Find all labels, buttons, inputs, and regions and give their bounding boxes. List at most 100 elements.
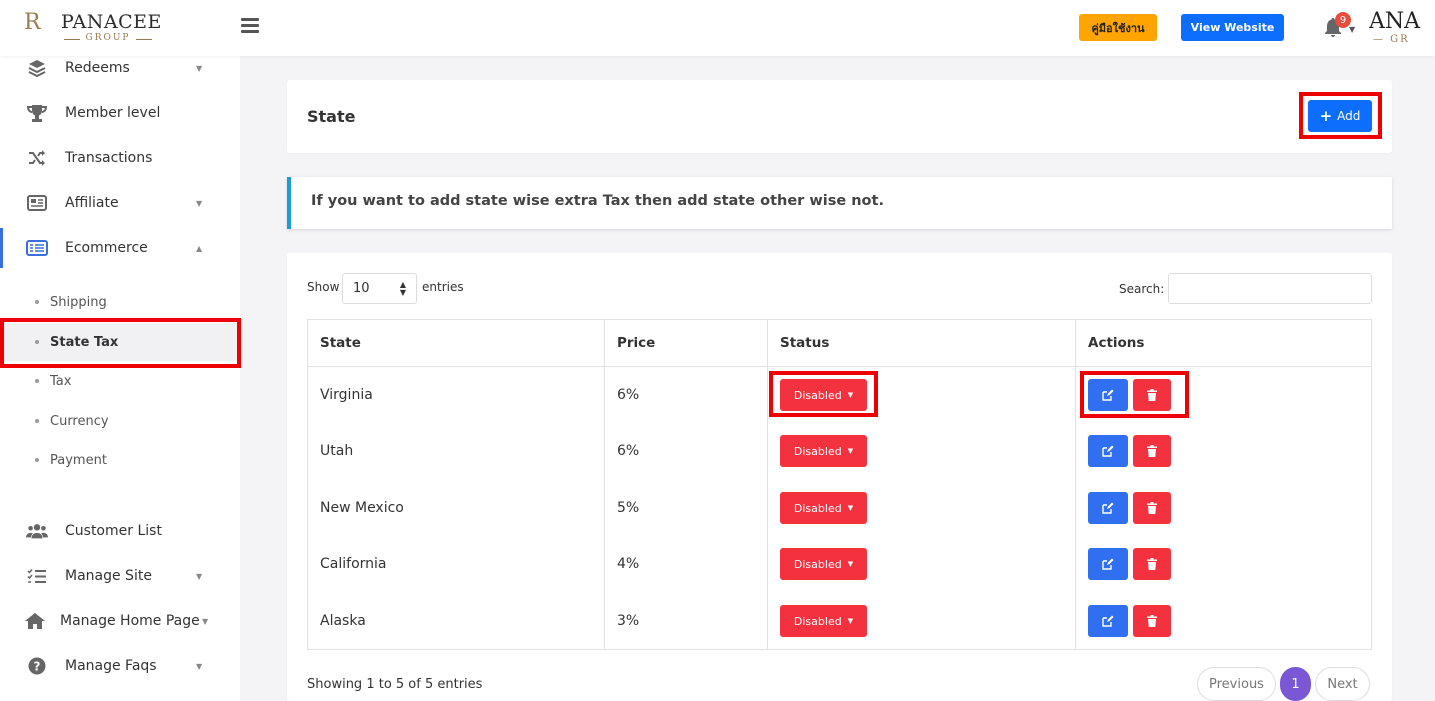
trash-icon: [1147, 615, 1157, 627]
status-label: Disabled: [793, 557, 842, 571]
trash-icon: [1147, 502, 1157, 514]
status-label: Disabled: [793, 614, 842, 628]
table-info-text: Showing 1 to 5 of 5 entries: [307, 677, 483, 692]
caret-down-icon: ▼: [847, 391, 854, 399]
sidebar-item-label: Manage Home Page: [60, 613, 200, 629]
sidebar-item-ecommerce[interactable]: Ecommerce ▲: [0, 228, 240, 268]
view-website-button[interactable]: View Website: [1181, 14, 1284, 41]
sidebar-subitem-payment[interactable]: Payment: [0, 441, 240, 479]
state-cell: Alaska: [320, 613, 366, 629]
sidebar-item-member-level[interactable]: Member level: [0, 93, 240, 133]
page-length-value: 10: [353, 281, 370, 296]
show-label: Show: [307, 280, 340, 294]
sidebar-item-affiliate[interactable]: Affiliate ▼: [0, 183, 240, 223]
shuffle-icon: [26, 147, 48, 169]
sidebar: Redeems ▼ Member level Transactions Affi…: [0, 56, 240, 701]
price-cell: 5%: [617, 500, 640, 516]
page-title: State: [307, 107, 356, 126]
trash-icon: [1147, 558, 1157, 570]
sidebar-subitem-label: Tax: [50, 373, 72, 389]
sidebar-item-transactions[interactable]: Transactions: [0, 138, 240, 178]
profile-logo[interactable]: ANA: [1369, 9, 1435, 34]
delete-button[interactable]: [1133, 605, 1171, 637]
state-cell: California: [320, 556, 387, 572]
trash-icon: [1147, 445, 1157, 457]
sidebar-subitem-shipping[interactable]: Shipping: [0, 283, 240, 321]
status-dropdown-button[interactable]: Disabled ▼: [780, 435, 867, 467]
users-icon: [26, 520, 48, 542]
panacee-logo[interactable]: R PANACEE GROUP: [24, 8, 161, 48]
svg-text:?: ?: [34, 660, 41, 674]
sort-updown-icon: ▲ ▼: [399, 280, 406, 297]
status-dropdown-button[interactable]: Disabled ▼: [780, 379, 867, 411]
status-dropdown-button[interactable]: Disabled ▼: [780, 548, 867, 580]
top-header: R PANACEE GROUP คู่มือใช้งาน View Websit…: [0, 0, 1435, 56]
chevron-down-icon: ▼: [1349, 25, 1356, 34]
delete-button[interactable]: [1133, 492, 1171, 524]
delete-button[interactable]: [1133, 435, 1171, 467]
info-notice: If you want to add state wise extra Tax …: [287, 177, 1392, 229]
sidebar-item-label: Member level: [65, 105, 161, 121]
plus-icon: +: [1319, 107, 1333, 125]
sidebar-subitem-label: State Tax: [50, 334, 119, 350]
price-cell: 6%: [617, 387, 640, 403]
chevron-down-icon: ▼: [196, 63, 203, 73]
price-cell: 6%: [617, 443, 640, 459]
status-label: Disabled: [793, 444, 842, 458]
sidebar-item-label: Ecommerce: [65, 240, 148, 256]
sidebar-subitem-currency[interactable]: Currency: [0, 402, 240, 440]
table-row: Virginia 6% Disabled ▼: [308, 367, 1371, 423]
table-row: Alaska 3% Disabled ▼: [308, 593, 1371, 649]
edit-button[interactable]: [1088, 605, 1128, 637]
caret-down-icon: ▼: [847, 560, 854, 568]
edit-button[interactable]: [1088, 379, 1128, 411]
delete-button[interactable]: [1133, 379, 1171, 411]
search-input[interactable]: [1168, 273, 1372, 304]
notification-bell[interactable]: 9 ▼: [1322, 12, 1355, 40]
sidebar-item-manage-faqs[interactable]: ? Manage Faqs ▼: [0, 646, 240, 686]
pagination-next-button[interactable]: Next: [1315, 667, 1370, 701]
sidebar-item-label: Transactions: [65, 150, 153, 166]
sidebar-item-label: Manage Site: [65, 568, 152, 584]
chevron-down-icon: ▼: [202, 616, 209, 626]
delete-button[interactable]: [1133, 548, 1171, 580]
table-row: California 4% Disabled ▼: [308, 536, 1371, 592]
edit-button[interactable]: [1088, 435, 1128, 467]
state-tax-table: State Price Status Actions Virginia 6% D…: [307, 319, 1372, 650]
page-length-select[interactable]: 10 ▲ ▼: [342, 273, 417, 304]
edit-button[interactable]: [1088, 548, 1128, 580]
home-icon: [24, 610, 46, 632]
sidebar-item-manage-site[interactable]: Manage Site ▼: [0, 556, 240, 596]
column-header-price[interactable]: Price: [605, 320, 768, 367]
edit-icon: [1102, 445, 1114, 457]
user-manual-button[interactable]: คู่มือใช้งาน: [1079, 14, 1157, 41]
chevron-down-icon: ▼: [196, 198, 203, 208]
hamburger-menu-icon[interactable]: [241, 18, 259, 34]
sidebar-subitem-state-tax[interactable]: State Tax: [0, 323, 240, 361]
trash-icon: [1147, 389, 1157, 401]
state-cell: Virginia: [320, 387, 373, 403]
state-cell: New Mexico: [320, 500, 404, 516]
column-header-state[interactable]: State: [308, 320, 605, 367]
column-header-status[interactable]: Status: [768, 320, 1076, 367]
checklist-icon: [26, 565, 48, 587]
sidebar-item-label: Customer List: [65, 523, 162, 539]
sidebar-item-label: Affiliate: [65, 195, 119, 211]
logo-brand-text: PANACEE: [61, 11, 162, 33]
sidebar-subitem-tax[interactable]: Tax: [0, 362, 240, 400]
sidebar-subitem-label: Shipping: [50, 294, 107, 310]
pagination-previous-button[interactable]: Previous: [1197, 667, 1276, 701]
sidebar-item-manage-home-page[interactable]: Manage Home Page ▼: [0, 601, 240, 641]
sidebar-item-customer-list[interactable]: Customer List: [0, 511, 240, 551]
profile-logo-sub: — GR: [1373, 34, 1410, 45]
edit-button[interactable]: [1088, 492, 1128, 524]
price-cell: 3%: [617, 613, 640, 629]
column-header-actions: Actions: [1076, 320, 1371, 367]
status-dropdown-button[interactable]: Disabled ▼: [780, 605, 867, 637]
add-state-button[interactable]: + Add: [1308, 100, 1372, 132]
notice-text: If you want to add state wise extra Tax …: [311, 193, 884, 209]
sidebar-subitem-label: Currency: [50, 413, 109, 429]
pagination-page-1[interactable]: 1: [1280, 667, 1311, 701]
status-dropdown-button[interactable]: Disabled ▼: [780, 492, 867, 524]
table-row: Utah 6% Disabled ▼: [308, 423, 1371, 479]
